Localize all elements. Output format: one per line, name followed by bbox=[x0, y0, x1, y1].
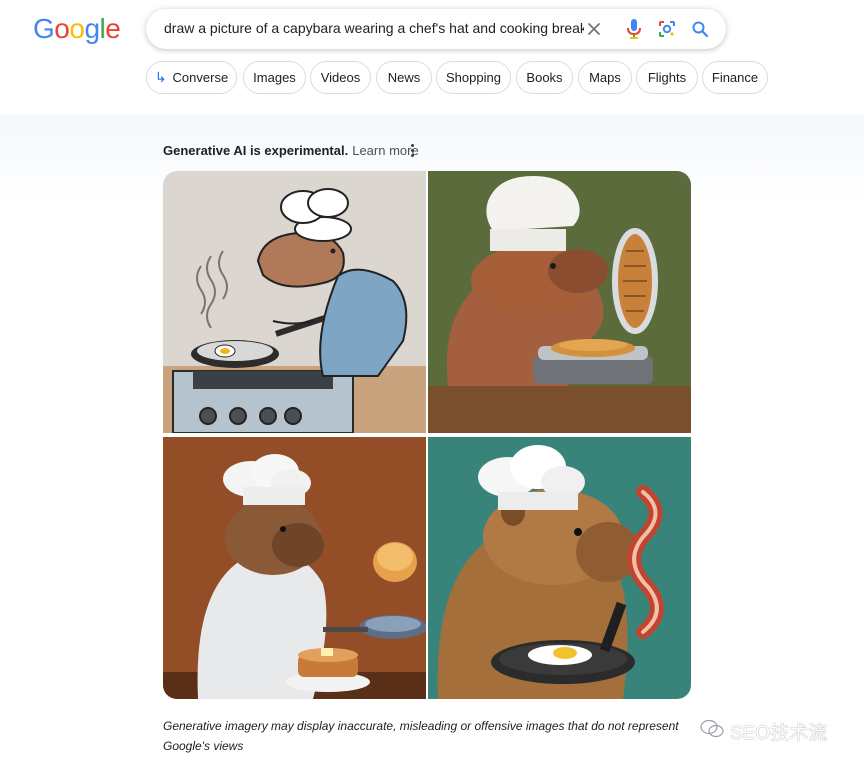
chip-label: News bbox=[387, 70, 421, 85]
more-options-icon[interactable] bbox=[405, 141, 419, 159]
lens-icon[interactable] bbox=[655, 17, 679, 41]
generated-image-2[interactable] bbox=[428, 171, 691, 433]
logo-letter: o bbox=[69, 13, 85, 44]
logo-letter: G bbox=[33, 13, 55, 44]
chip-videos[interactable]: Videos bbox=[310, 61, 371, 94]
close-icon[interactable] bbox=[582, 17, 606, 41]
generated-image-4[interactable] bbox=[428, 437, 691, 699]
chip-label: Flights bbox=[647, 70, 687, 85]
ai-experimental-notice: Generative AI is experimental. Learn more bbox=[163, 143, 419, 158]
logo-letter: o bbox=[54, 13, 70, 44]
search-icon[interactable] bbox=[688, 17, 712, 41]
generated-image-grid bbox=[163, 171, 691, 699]
search-input[interactable]: draw a picture of a capybara wearing a c… bbox=[164, 20, 584, 36]
wechat-icon bbox=[700, 719, 724, 745]
chip-label: Finance bbox=[711, 70, 759, 85]
chip-label: Books bbox=[526, 70, 563, 85]
watermark: SEO技术流 bbox=[700, 718, 827, 745]
chip-books[interactable]: Books bbox=[516, 61, 573, 94]
chip-label: Converse bbox=[172, 70, 229, 85]
generated-image-3[interactable] bbox=[163, 437, 426, 699]
microphone-icon[interactable] bbox=[622, 17, 646, 41]
watermark-text: SEO技术流 bbox=[730, 723, 828, 744]
chip-label: Shopping bbox=[446, 70, 501, 85]
chip-images[interactable]: Images bbox=[243, 61, 306, 94]
top-bar: Google draw a picture of a capybara wear… bbox=[0, 0, 864, 115]
return-arrow-icon: ↳ bbox=[154, 69, 167, 85]
chip-converse[interactable]: ↳ Converse bbox=[146, 61, 237, 94]
google-logo[interactable]: Google bbox=[33, 13, 121, 45]
search-box[interactable]: draw a picture of a capybara wearing a c… bbox=[146, 9, 726, 49]
logo-letter: g bbox=[84, 13, 100, 44]
ai-header-text: Generative AI is experimental. bbox=[163, 143, 349, 158]
generated-image-1[interactable] bbox=[163, 171, 426, 433]
chip-maps[interactable]: Maps bbox=[578, 61, 632, 94]
chip-label: Images bbox=[253, 70, 296, 85]
chip-label: Videos bbox=[320, 70, 361, 85]
chip-news[interactable]: News bbox=[376, 61, 432, 94]
chip-shopping[interactable]: Shopping bbox=[436, 61, 511, 94]
logo-letter: e bbox=[105, 13, 121, 44]
chip-label: Maps bbox=[589, 70, 621, 85]
chip-flights[interactable]: Flights bbox=[636, 61, 698, 94]
chip-finance[interactable]: Finance bbox=[702, 61, 768, 94]
disclaimer-text: Generative imagery may display inaccurat… bbox=[163, 719, 679, 753]
